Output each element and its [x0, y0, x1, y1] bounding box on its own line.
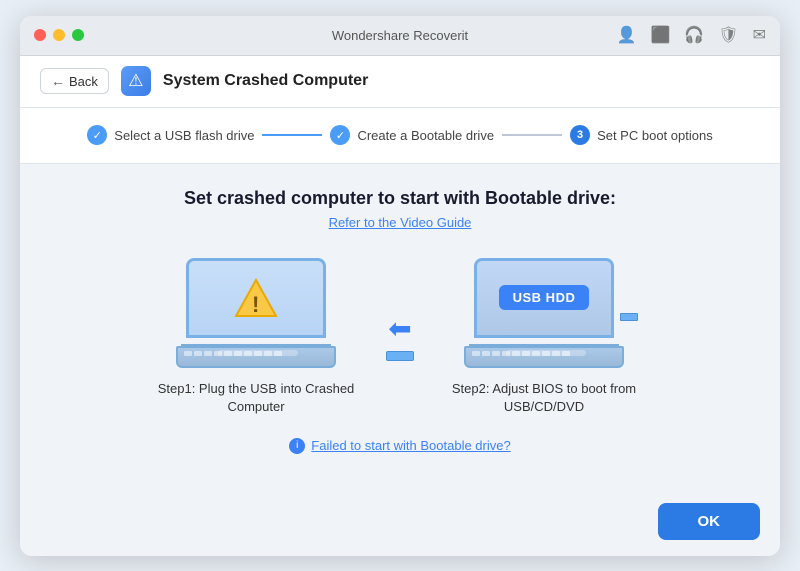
- warning-triangle-icon: !: [234, 276, 278, 320]
- back-button[interactable]: ← Back: [40, 68, 109, 94]
- laptop-1-screen: !: [186, 258, 326, 338]
- traffic-lights: [34, 29, 84, 41]
- laptop-2: USB HDD: [464, 258, 624, 368]
- step-1-check: ✓: [87, 125, 107, 145]
- step-2: ✓ Create a Bootable drive: [330, 125, 494, 145]
- laptop-1-item: ! Step1: Plug the USB into Crashed Comp: [156, 258, 356, 416]
- maximize-button[interactable]: [72, 29, 84, 41]
- step-2-caption: Step2: Adjust BIOS to boot from USB/CD/D…: [444, 380, 644, 416]
- minimize-button[interactable]: [53, 29, 65, 41]
- steps-bar: ✓ Select a USB flash drive ✓ Create a Bo…: [20, 108, 780, 164]
- arrow-connector: ⬅: [386, 312, 414, 361]
- signin-icon[interactable]: ⬛: [650, 25, 670, 45]
- failed-link[interactable]: Failed to start with Bootable drive?: [311, 438, 510, 453]
- page-title: System Crashed Computer: [163, 72, 368, 90]
- step-1-caption: Step1: Plug the USB into Crashed Compute…: [158, 380, 355, 416]
- shield-icon[interactable]: 🛡: [718, 25, 738, 45]
- failed-link-row: i Failed to start with Bootable drive?: [289, 438, 510, 454]
- step-1: ✓ Select a USB flash drive: [87, 125, 254, 145]
- title-icon-group: 👤 ⬛ 🎧 🛡 ✉: [617, 25, 766, 45]
- usb-plug-icon: [620, 313, 638, 321]
- info-icon: i: [289, 438, 305, 454]
- header-icon: ⚠: [121, 66, 151, 96]
- step-3: 3 Set PC boot options: [570, 125, 713, 145]
- step-3-num: 3: [570, 125, 590, 145]
- step-connector-1: [262, 134, 322, 136]
- warning-header-icon: ⚠: [128, 71, 143, 91]
- svg-text:!: !: [252, 292, 259, 317]
- app-window: Wondershare Recoverit 👤 ⬛ 🎧 🛡 ✉ ← Back ⚠…: [20, 16, 780, 556]
- keyboard-2: [466, 348, 622, 359]
- ok-btn-row: OK: [20, 493, 780, 556]
- left-arrow-icon: ⬅: [388, 312, 411, 345]
- user-icon[interactable]: 👤: [617, 25, 637, 45]
- main-content: Set crashed computer to start with Boota…: [20, 164, 780, 493]
- step-3-label: Set PC boot options: [597, 128, 713, 143]
- close-button[interactable]: [34, 29, 46, 41]
- back-arrow-icon: ←: [51, 73, 65, 89]
- laptop-1-base: [176, 346, 336, 368]
- laptop-2-item: USB HDD Step2: Adjust BIOS to boot from …: [444, 258, 644, 416]
- app-title: Wondershare Recoverit: [332, 28, 468, 43]
- laptop-2-base: [464, 346, 624, 368]
- laptop-1: !: [176, 258, 336, 368]
- back-label: Back: [69, 74, 98, 89]
- step-2-label: Create a Bootable drive: [357, 128, 494, 143]
- main-title: Set crashed computer to start with Boota…: [184, 188, 616, 209]
- headset-icon[interactable]: 🎧: [684, 25, 704, 45]
- title-bar: Wondershare Recoverit 👤 ⬛ 🎧 🛡 ✉: [20, 16, 780, 56]
- step-connector-2: [502, 134, 562, 136]
- video-guide-link[interactable]: Refer to the Video Guide: [329, 215, 472, 230]
- mail-icon[interactable]: ✉: [753, 25, 766, 45]
- step-1-label: Select a USB flash drive: [114, 128, 254, 143]
- ok-button[interactable]: OK: [658, 503, 761, 540]
- header-bar: ← Back ⚠ System Crashed Computer: [20, 56, 780, 108]
- usb-stick-icon: [386, 351, 414, 361]
- keyboard-1: [178, 348, 334, 359]
- step-2-check: ✓: [330, 125, 350, 145]
- usb-hdd-badge: USB HDD: [499, 285, 590, 310]
- illustrations-row: ! Step1: Plug the USB into Crashed Comp: [156, 258, 644, 416]
- laptop-2-screen: USB HDD: [474, 258, 614, 338]
